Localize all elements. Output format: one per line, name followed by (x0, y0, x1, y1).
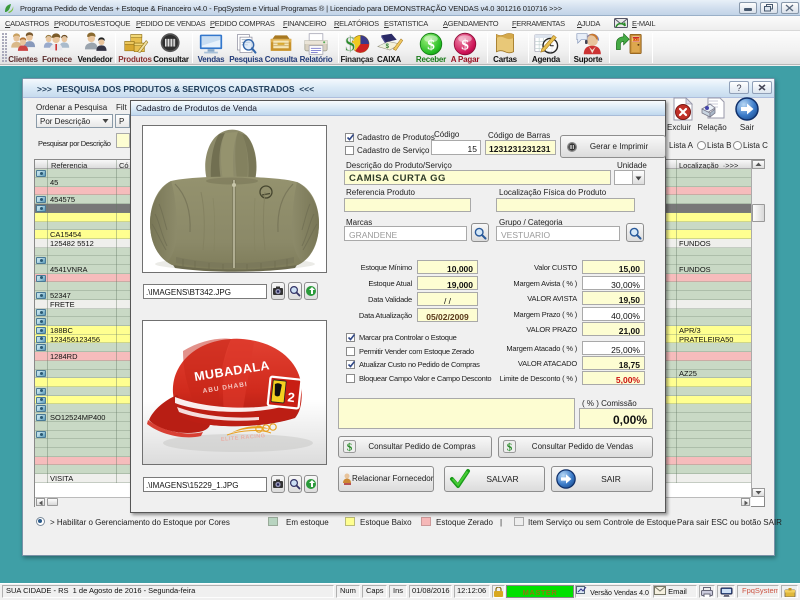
svg-text:$: $ (507, 442, 513, 454)
svg-text:$: $ (345, 34, 355, 56)
svg-text:EXIT: EXIT (632, 38, 641, 42)
svg-text:$: $ (461, 37, 469, 54)
svg-text:$: $ (427, 37, 435, 54)
svg-text:$: $ (347, 442, 353, 454)
